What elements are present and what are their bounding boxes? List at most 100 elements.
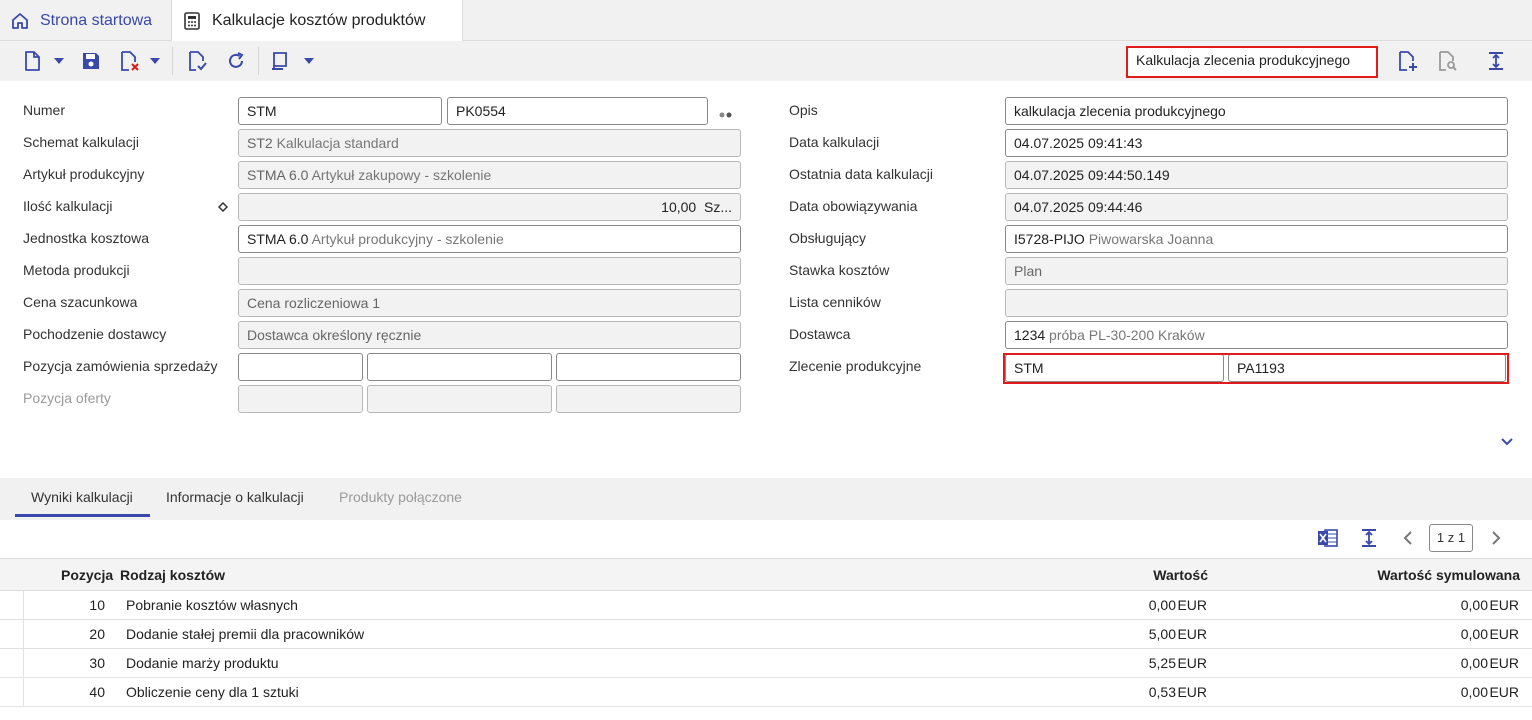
tab-produkty-polaczone[interactable]: Produkty połączone — [339, 489, 462, 505]
document-check-icon — [189, 51, 207, 71]
data-kalkulacji-field[interactable]: 04.07.2025 09:41:43 — [1005, 129, 1508, 157]
data-kalkulacji-label: Data kalkulacji — [789, 134, 880, 150]
pozycja-zamowienia-field-3[interactable] — [556, 353, 741, 381]
save-icon — [83, 53, 99, 69]
refresh-icon — [229, 52, 244, 68]
pager-indicator[interactable]: 1 z 1 — [1429, 524, 1473, 552]
table-row[interactable]: 40 Obliczenie ceny dla 1 sztuki 0,53 EUR… — [0, 678, 1532, 707]
stawka-field: Plan — [1005, 257, 1508, 285]
more-options-icon[interactable] — [718, 111, 734, 119]
row-gutter — [0, 620, 24, 648]
active-tab-indicator — [15, 514, 150, 517]
chevron-right-icon[interactable] — [1490, 530, 1502, 546]
preview-document-button[interactable] — [1435, 49, 1459, 73]
pozycja-zamowienia-field-1[interactable] — [238, 353, 363, 381]
add-document-button[interactable] — [1395, 49, 1419, 73]
artykul-label: Artykuł produkcyjny — [23, 166, 145, 182]
column-header-rodzaj[interactable]: Rodzaj kosztów — [120, 567, 225, 583]
jednostka-label: Jednostka kosztowa — [23, 230, 150, 246]
numer-label: Numer — [23, 102, 66, 118]
tab-home[interactable]: Strona startowa — [0, 0, 152, 41]
ilosc-unit: Sz... — [703, 199, 732, 215]
toolbar-divider — [172, 47, 173, 75]
ilosc-value: 10,00 — [661, 199, 697, 215]
cell-rodzaj: Dodanie marży produktu — [126, 655, 279, 671]
cell-waluta: EUR — [1177, 626, 1207, 642]
table-row[interactable]: 20 Dodanie stałej premii dla pracowników… — [0, 620, 1532, 649]
pozycja-oferty-field-3 — [556, 385, 741, 413]
lista-cennikow-field — [1005, 289, 1508, 317]
cell-wartosc-sym: 0,00 — [1460, 684, 1488, 700]
pozycja-zamowienia-field-2[interactable] — [367, 353, 552, 381]
jednostka-field[interactable]: STMA 6.0 Artykuł produkcyjny - szkolenie — [238, 225, 741, 253]
column-header-wartosc-symulowana[interactable]: Wartość symulowana — [1377, 567, 1520, 583]
dostawca-label: Dostawca — [789, 326, 851, 342]
dostawca-field[interactable]: 1234 próba PL-30-200 Kraków — [1005, 321, 1508, 349]
cell-waluta: EUR — [1177, 655, 1207, 671]
chevron-down-icon[interactable] — [1500, 437, 1514, 447]
cena-field: Cena rozliczeniowa 1 — [238, 289, 741, 317]
cell-wartosc-sym: 0,00 — [1460, 626, 1488, 642]
cell-pozycja: 20 — [89, 626, 105, 642]
cell-waluta: EUR — [1177, 684, 1207, 700]
add-document-icon — [1399, 51, 1417, 71]
cell-rodzaj: Dodanie stałej premii dla pracowników — [126, 626, 365, 642]
row-gutter — [0, 591, 24, 619]
cell-waluta-sym: EUR — [1489, 597, 1519, 613]
tab-product-costing[interactable]: Kalkulacje kosztów produktów — [171, 0, 463, 42]
metoda-field — [238, 257, 741, 285]
app-tab-bar: Strona startowa Kalkulacje kosztów produ… — [0, 0, 1532, 42]
artykul-field: STMA 6.0 Artykuł zakupowy - szkolenie — [238, 161, 741, 189]
chevron-left-icon[interactable] — [1402, 530, 1414, 546]
cell-pozycja: 10 — [89, 597, 105, 613]
column-header-pozycja[interactable]: Pozycja — [61, 567, 113, 583]
obslugujacy-field[interactable]: I5728-PIJO Piwowarska Joanna — [1005, 225, 1508, 253]
discard-button[interactable] — [117, 49, 141, 73]
obslugujacy-name: Piwowarska Joanna — [1088, 231, 1214, 247]
new-document-dropdown-icon[interactable] — [54, 58, 64, 64]
tab-wyniki-kalkulacji[interactable]: Wyniki kalkulacji — [31, 489, 133, 505]
new-document-icon — [25, 51, 40, 71]
dostawca-code: 1234 — [1014, 327, 1046, 343]
document-search-icon — [1439, 51, 1457, 71]
data-obowiazywania-label: Data obowiązywania — [789, 198, 918, 214]
artykul-desc: Artykuł zakupowy - szkolenie — [311, 167, 492, 183]
cell-wartosc: 5,00 — [1148, 626, 1176, 642]
numer-prefix-field[interactable]: STM — [238, 97, 442, 125]
pozycja-zamowienia-label: Pozycja zamówienia sprzedaży — [23, 358, 218, 374]
jednostka-desc: Artykuł produkcyjny - szkolenie — [311, 231, 504, 247]
lista-cennikow-label: Lista cenników — [789, 294, 881, 310]
stawka-label: Stawka kosztów — [789, 262, 890, 278]
refresh-button[interactable] — [224, 49, 248, 73]
artykul-code: STMA 6.0 — [247, 167, 309, 183]
save-button[interactable] — [79, 49, 103, 73]
expand-vertical-icon — [1489, 52, 1503, 70]
print-dropdown-icon[interactable] — [304, 58, 314, 64]
column-header-wartosc[interactable]: Wartość — [1153, 567, 1208, 583]
table-header: Pozycja Rodzaj kosztów Wartość Wartość s… — [0, 558, 1532, 591]
expand-button[interactable] — [1484, 49, 1508, 73]
validate-button[interactable] — [185, 49, 209, 73]
table-row[interactable]: 10 Pobranie kosztów własnych 0,00 EUR 0,… — [0, 591, 1532, 620]
new-document-button[interactable] — [20, 49, 44, 73]
ilosc-label: Ilość kalkulacji — [23, 198, 113, 214]
row-gutter — [0, 678, 24, 706]
tab-informacje-o-kalkulacji[interactable]: Informacje o kalkulacji — [166, 489, 304, 505]
table-row[interactable]: 30 Dodanie marży produktu 5,25 EUR 0,00 … — [0, 649, 1532, 678]
cell-wartosc: 0,53 — [1148, 684, 1176, 700]
cell-wartosc: 0,00 — [1148, 597, 1176, 613]
discard-dropdown-icon[interactable] — [150, 58, 160, 64]
cell-rodzaj: Pobranie kosztów własnych — [126, 597, 298, 613]
cell-wartosc-sym: 0,00 — [1460, 655, 1488, 671]
numer-field[interactable]: PK0554 — [447, 97, 708, 125]
ostatnia-data-label: Ostatnia data kalkulacji — [789, 166, 933, 182]
schemat-code: ST2 — [247, 135, 273, 151]
discard-document-icon — [121, 51, 139, 71]
opis-field[interactable]: kalkulacja zlecenia produkcyjnego — [1005, 97, 1508, 125]
excel-export-icon[interactable] — [1317, 528, 1339, 548]
calculation-type-field[interactable]: Kalkulacja zlecenia produkcyjnego — [1126, 46, 1378, 78]
print-button[interactable] — [268, 49, 292, 73]
expand-vertical-icon[interactable] — [1358, 527, 1380, 549]
print-form-icon — [272, 52, 287, 70]
tab-product-costing-label: Kalkulacje kosztów produktów — [212, 12, 426, 29]
